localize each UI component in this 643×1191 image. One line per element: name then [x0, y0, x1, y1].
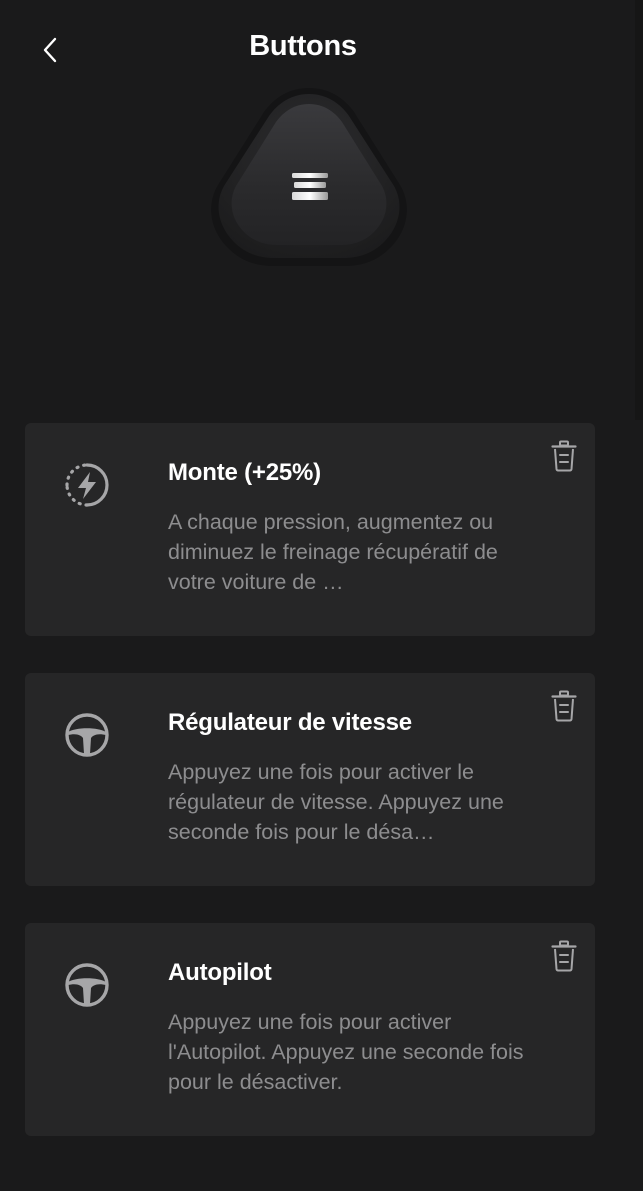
- card-title: Autopilot: [168, 959, 272, 986]
- button-card[interactable]: Régulateur de vitesse Appuyez une fois p…: [25, 673, 595, 886]
- regen-braking-icon: [63, 461, 111, 509]
- button-card[interactable]: Autopilot Appuyez une fois pour activer …: [25, 923, 595, 1136]
- delete-button[interactable]: [548, 439, 580, 473]
- card-description: Appuyez une fois pour activer le régulat…: [168, 760, 504, 844]
- card-description: A chaque pression, augmentez ou diminuez…: [168, 510, 498, 594]
- button-device-image: [204, 80, 414, 280]
- card-description: Appuyez une fois pour activer l'Autopilo…: [168, 1010, 524, 1094]
- button-card[interactable]: Monte (+25%) A chaque pression, augmente…: [25, 423, 595, 636]
- page-title: Buttons: [249, 30, 357, 62]
- delete-button[interactable]: [548, 689, 580, 723]
- tesla-logo-icon: [292, 173, 328, 200]
- trash-icon: [551, 440, 577, 472]
- steering-wheel-icon: [63, 711, 111, 759]
- trash-icon: [551, 690, 577, 722]
- steering-wheel-icon: [63, 961, 111, 1009]
- card-title: Monte (+25%): [168, 459, 321, 486]
- trash-icon: [551, 940, 577, 972]
- delete-button[interactable]: [548, 939, 580, 973]
- card-title: Régulateur de vitesse: [168, 709, 412, 736]
- scrollbar[interactable]: [635, 0, 643, 420]
